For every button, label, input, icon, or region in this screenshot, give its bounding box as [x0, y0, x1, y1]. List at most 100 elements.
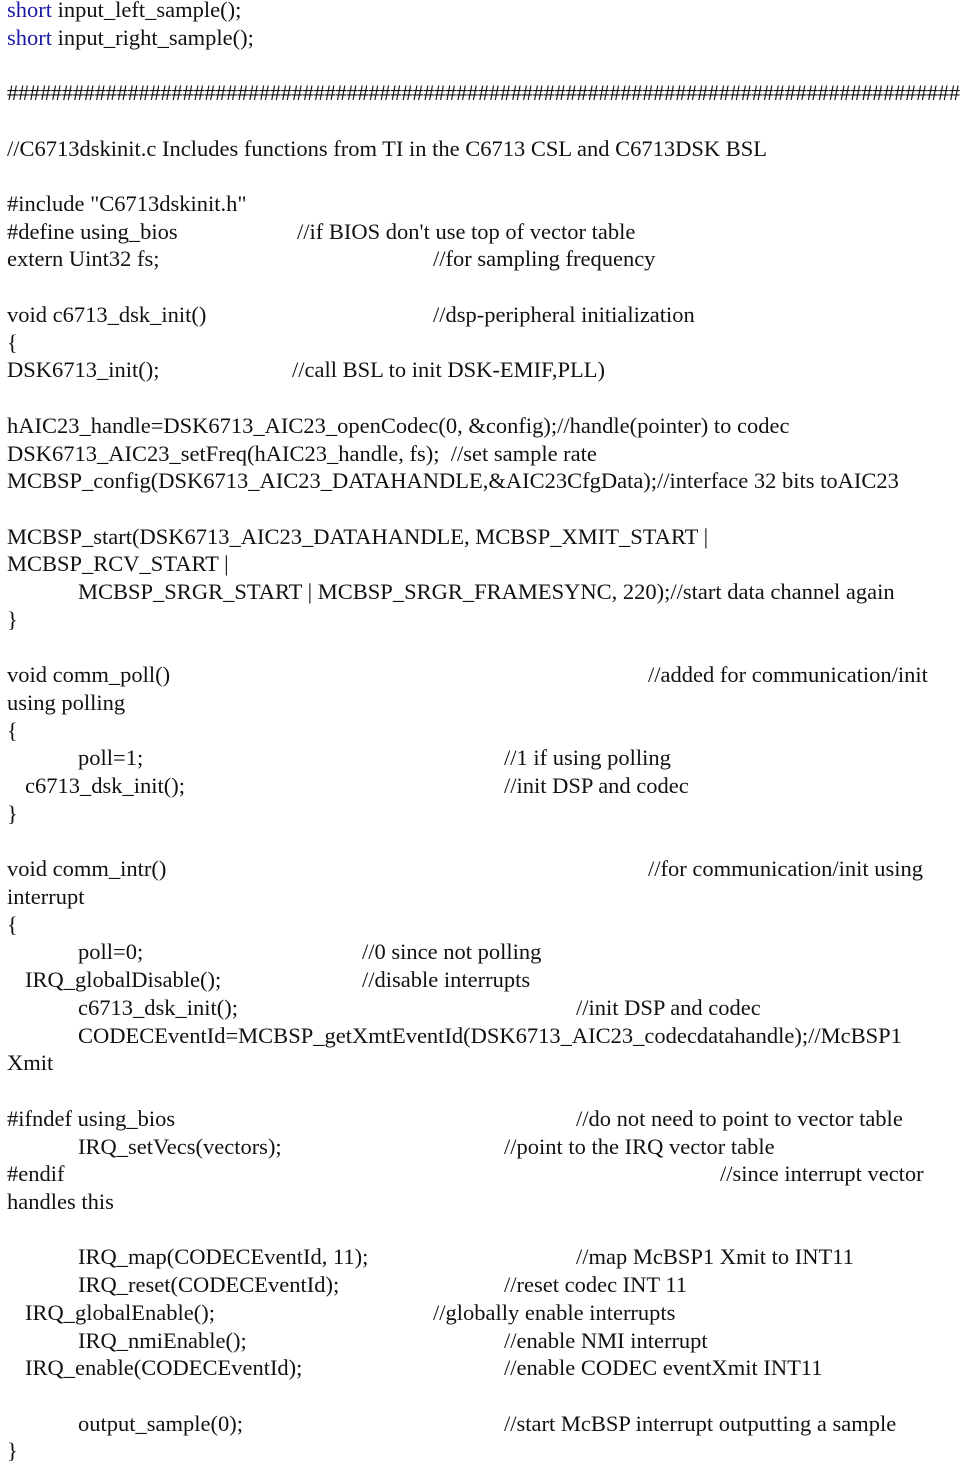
code-text: IRQ_setVecs(vectors);: [78, 1133, 282, 1159]
code-line: {: [0, 717, 960, 745]
code-line: MCBSP_start(DSK6713_AIC23_DATAHANDLE, MC…: [0, 523, 960, 551]
code-text: DSK6713_AIC23_setFreq(hAIC23_handle, fs)…: [7, 440, 597, 466]
code-comment: //0 since not polling: [362, 939, 542, 965]
code-comment: //disable interrupts: [362, 967, 531, 993]
code-line: MCBSP_config(DSK6713_AIC23_DATAHANDLE,&A…: [0, 467, 960, 495]
code-comment: //globally enable interrupts: [433, 1299, 676, 1325]
code-comment: //init DSP and codec: [576, 994, 761, 1020]
code-line: #ifndef using_bios //do not need to point…: [0, 1105, 960, 1133]
code-line: }: [0, 606, 960, 634]
code-line: IRQ_enable(CODECEventId); //enable CODEC …: [0, 1354, 960, 1382]
code-comment: //do not need to point to vector table: [576, 1105, 903, 1131]
code-line: c6713_dsk_init(); //init DSP and codec: [0, 772, 960, 800]
code-comment: //enable NMI interrupt: [504, 1327, 708, 1353]
code-text: {: [7, 329, 18, 355]
code-text: Xmit: [7, 1050, 54, 1076]
code-comment: //point to the IRQ vector table: [504, 1133, 775, 1159]
code-text: }: [7, 800, 18, 826]
code-text: void c6713_dsk_init(): [7, 301, 207, 327]
code-line: ########################################…: [0, 79, 960, 107]
code-line: void comm_poll() //added for communicatio…: [0, 661, 960, 689]
code-line: using polling: [0, 689, 960, 717]
code-text: input_right_sample();: [52, 24, 254, 50]
code-text: short input_right_sample();: [7, 24, 254, 52]
code-comment: //added for communication/init: [648, 662, 928, 688]
code-line: #define using_bios //if BIOS don't use to…: [0, 218, 960, 246]
code-line: IRQ_setVecs(vectors); //point to the IRQ …: [0, 1133, 960, 1161]
code-line: output_sample(0); //start McBSP interrupt…: [0, 1410, 960, 1438]
code-line: IRQ_reset(CODECEventId); //reset codec IN…: [0, 1271, 960, 1299]
code-text: DSK6713_init();: [7, 357, 160, 383]
code-comment: //enable CODEC eventXmit INT11: [504, 1355, 823, 1381]
code-comment: //start McBSP interrupt outputting a sam…: [504, 1410, 897, 1436]
code-text: interrupt: [7, 884, 85, 910]
code-line: //C6713dskinit.c Includes functions from…: [0, 135, 960, 163]
code-comment: //dsp-peripheral initialization: [433, 301, 695, 327]
code-comment: //map McBSP1 Xmit to INT11: [576, 1244, 854, 1270]
code-text: IRQ_globalEnable();: [25, 1299, 215, 1325]
code-comment: //init DSP and codec: [504, 773, 689, 799]
code-text: CODECEventId=MCBSP_getXmtEventId(DSK6713…: [78, 1022, 902, 1048]
code-line: {: [0, 911, 960, 939]
code-comment: //reset codec INT 11: [504, 1272, 688, 1298]
code-line: poll=1; //1 if using polling: [0, 744, 960, 772]
code-line: IRQ_globalEnable(); //globally enable int…: [0, 1299, 960, 1327]
code-text: short input_left_sample();: [7, 0, 241, 24]
code-text: //C6713dskinit.c Includes functions from…: [7, 135, 767, 161]
code-line: c6713_dsk_init(); //init DSP and codec: [0, 994, 960, 1022]
code-line: hAIC23_handle=DSK6713_AIC23_openCodec(0,…: [0, 412, 960, 440]
code-text: c6713_dsk_init();: [78, 994, 238, 1020]
code-text: MCBSP_RCV_START |: [7, 551, 229, 577]
code-line: DSK6713_init(); //call BSL to init DSK-EM…: [0, 356, 960, 384]
code-text: using polling: [7, 690, 126, 715]
code-text: IRQ_map(CODECEventId, 11);: [78, 1244, 369, 1270]
code-line: #include "C6713dskinit.h": [0, 190, 960, 218]
code-line: Xmit: [0, 1049, 960, 1077]
code-line: CODECEventId=MCBSP_getXmtEventId(DSK6713…: [0, 1022, 960, 1050]
code-line: MCBSP_SRGR_START | MCBSP_SRGR_FRAMESYNC,…: [0, 578, 960, 606]
code-comment: //if BIOS don't use top of vector table: [297, 218, 636, 244]
code-text: hAIC23_handle=DSK6713_AIC23_openCodec(0,…: [7, 412, 790, 438]
code-text: MCBSP_start(DSK6713_AIC23_DATAHANDLE, MC…: [7, 523, 709, 549]
code-comment: //since interrupt vector: [720, 1161, 924, 1187]
code-text: IRQ_enable(CODECEventId);: [25, 1355, 303, 1381]
code-line: #endif //since interrupt vector: [0, 1160, 960, 1188]
code-text: void comm_poll(): [7, 662, 171, 688]
code-keyword: short: [7, 0, 52, 22]
code-line: }: [0, 800, 960, 828]
code-line: interrupt: [0, 883, 960, 911]
code-comment: //for communication/init using: [648, 856, 923, 882]
code-line: void c6713_dsk_init() //dsp-peripheral in…: [0, 301, 960, 329]
code-text: #define using_bios: [7, 218, 178, 244]
code-text: extern Uint32 fs;: [7, 246, 160, 272]
code-text: IRQ_globalDisable();: [25, 967, 222, 993]
code-line: IRQ_nmiEnable(); //enable NMI interrupt: [0, 1327, 960, 1355]
code-text: ########################################…: [7, 80, 960, 106]
code-text: #endif: [7, 1161, 65, 1187]
code-line: IRQ_globalDisable(); //disable interrupts: [0, 966, 960, 994]
code-line: void comm_intr() //for communication/init…: [0, 855, 960, 883]
code-comment: //for sampling frequency: [433, 246, 656, 272]
code-text: MCBSP_SRGR_START | MCBSP_SRGR_FRAMESYNC,…: [78, 579, 895, 605]
code-text: input_left_sample();: [52, 0, 242, 22]
code-text: poll=1;: [78, 745, 144, 771]
code-line: MCBSP_RCV_START |: [0, 550, 960, 578]
code-line: poll=0; //0 since not polling: [0, 938, 960, 966]
code-text: IRQ_reset(CODECEventId);: [78, 1272, 340, 1298]
code-text: IRQ_nmiEnable();: [78, 1327, 247, 1353]
code-text: output_sample(0);: [78, 1410, 243, 1436]
code-text: {: [7, 911, 18, 937]
code-text: #include "C6713dskinit.h": [7, 191, 247, 217]
code-text: void comm_intr(): [7, 856, 167, 882]
code-text: c6713_dsk_init();: [25, 773, 185, 799]
code-text: poll=0;: [78, 939, 144, 965]
code-keyword: short: [7, 24, 52, 50]
code-line: {: [0, 329, 960, 357]
code-line: IRQ_map(CODECEventId, 11); //map McBSP1 X…: [0, 1243, 960, 1271]
code-comment: //call BSL to init DSK-EMIF,PLL): [292, 357, 605, 383]
code-text: #ifndef using_bios: [7, 1105, 176, 1131]
code-line: handles this: [0, 1188, 960, 1216]
code-line: DSK6713_AIC23_setFreq(hAIC23_handle, fs)…: [0, 440, 960, 468]
code-comment: //1 if using polling: [504, 745, 671, 771]
code-text: }: [7, 606, 18, 632]
